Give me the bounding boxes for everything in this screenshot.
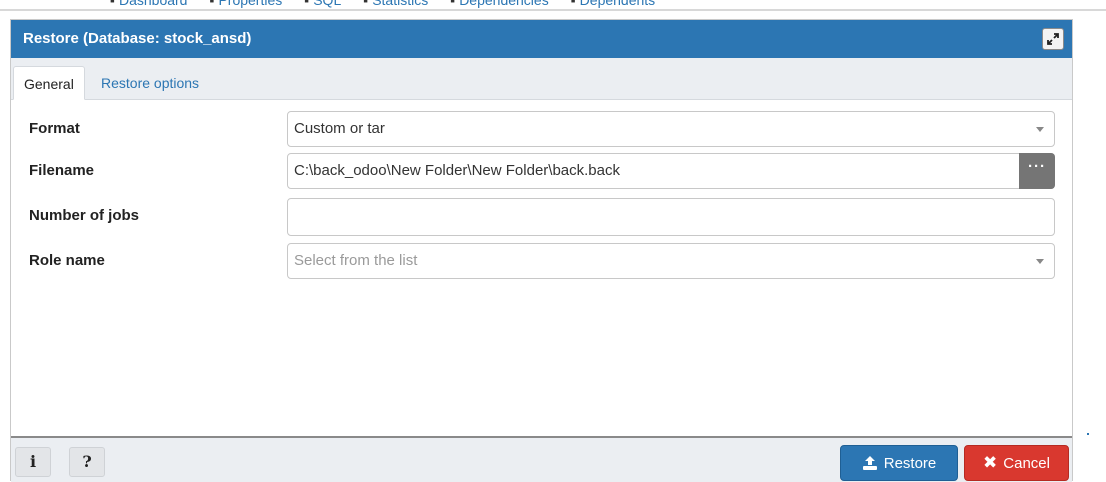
background-marker xyxy=(1087,433,1089,435)
general-tab-panel: Format Custom or tar Filename C:\back_od… xyxy=(11,100,1072,436)
bg-tab-dependencies[interactable]: ▪ Dependencies xyxy=(450,0,548,8)
filename-field[interactable]: C:\back_odoo\New Folder\New Folder\back.… xyxy=(287,153,1055,189)
jobs-row: Number of jobs xyxy=(11,198,1072,236)
bg-tab-dependents[interactable]: ▪ Dependents xyxy=(571,0,655,8)
info-icon: i xyxy=(29,452,37,471)
dialog-footer: i ? Restore ✖ Cancel xyxy=(11,436,1072,482)
dialog-tabbar: General Restore options xyxy=(11,58,1072,100)
info-button[interactable]: i xyxy=(15,447,51,477)
format-row: Format Custom or tar xyxy=(11,111,1072,147)
restore-button-label: Restore xyxy=(883,454,937,472)
role-label: Role name xyxy=(29,252,105,269)
number-of-jobs-input[interactable] xyxy=(287,198,1055,236)
tab-restore-options[interactable]: Restore options xyxy=(91,66,209,100)
cancel-button-label: Cancel xyxy=(1003,454,1050,472)
role-row: Role name Select from the list xyxy=(11,243,1072,279)
sql-icon: ▪ xyxy=(304,0,310,8)
dependents-icon: ▪ xyxy=(570,0,576,8)
bg-tab-sql[interactable]: ▪ SQL xyxy=(304,0,341,8)
background-divider xyxy=(0,9,1106,11)
restore-button[interactable]: Restore xyxy=(840,445,958,481)
dialog-titlebar[interactable]: Restore (Database: stock_ansd) xyxy=(11,20,1072,58)
filename-row: Filename C:\back_odoo\New Folder\New Fol… xyxy=(11,153,1072,189)
help-icon: ? xyxy=(82,452,92,471)
cancel-button[interactable]: ✖ Cancel xyxy=(964,445,1069,481)
filename-value: C:\back_odoo\New Folder\New Folder\back.… xyxy=(294,162,620,179)
bg-tab-statistics[interactable]: ▪ Statistics xyxy=(363,0,428,8)
restore-dialog: Restore (Database: stock_ansd) General R… xyxy=(10,19,1073,482)
browse-button[interactable]: ··· xyxy=(1019,153,1055,189)
format-select[interactable]: Custom or tar xyxy=(287,111,1055,147)
format-select-value: Custom or tar xyxy=(294,120,385,137)
role-name-select[interactable]: Select from the list xyxy=(287,243,1055,279)
dashboard-icon: ▪ xyxy=(110,0,115,8)
filename-label: Filename xyxy=(29,162,95,179)
expand-icon xyxy=(1047,33,1059,45)
dialog-title: Restore (Database: stock_ansd) xyxy=(23,30,252,47)
bg-tab-dashboard[interactable]: ▪ Dashboard xyxy=(110,0,187,8)
statistics-icon: ▪ xyxy=(363,0,369,8)
tab-general[interactable]: General xyxy=(13,66,85,100)
chevron-down-icon xyxy=(1036,127,1044,132)
properties-icon: ▪ xyxy=(209,0,215,8)
dependencies-icon: ▪ xyxy=(450,0,456,8)
role-select-placeholder: Select from the list xyxy=(294,252,418,269)
jobs-label: Number of jobs xyxy=(29,207,140,224)
bg-tab-properties[interactable]: ▪ Properties xyxy=(209,0,282,8)
close-icon: ✖ xyxy=(983,453,998,472)
chevron-down-icon xyxy=(1036,259,1044,264)
format-label: Format xyxy=(29,120,80,137)
upload-icon xyxy=(862,456,877,470)
maximize-button[interactable] xyxy=(1042,28,1064,50)
help-button[interactable]: ? xyxy=(69,447,105,477)
